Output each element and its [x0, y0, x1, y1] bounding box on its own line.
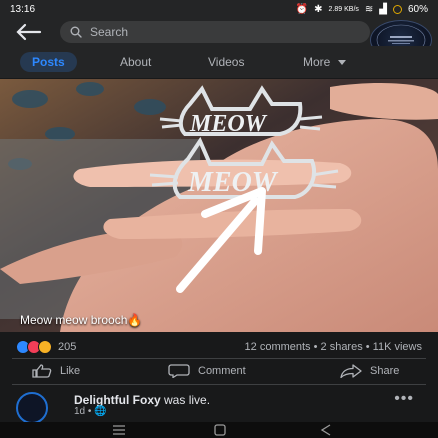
tab-posts[interactable]: Posts — [20, 52, 77, 72]
post-meta: 1d • 🌐 — [74, 406, 107, 417]
comment-label: Comment — [198, 365, 246, 377]
tab-videos[interactable]: Videos — [208, 52, 244, 72]
alarm-icon: ⏰ — [295, 3, 309, 15]
post-actions: Like Comment Share — [0, 360, 438, 382]
search-placeholder: Search — [90, 25, 129, 39]
status-time: 13:16 — [10, 3, 36, 15]
network-speed: 2.89 KB/s — [328, 5, 359, 13]
status-bar: 13:16 ⏰ ✱ 2.89 KB/s ≋ ▟ 60% — [0, 0, 438, 18]
globe-icon: 🌐 — [94, 406, 107, 417]
recent-apps-icon[interactable] — [112, 424, 126, 436]
like-button[interactable]: Like — [32, 364, 80, 378]
author-name[interactable]: Delightful Foxy — [74, 393, 161, 407]
care-reaction-icon — [38, 340, 52, 354]
comment-button[interactable]: Comment — [168, 364, 246, 378]
bluetooth-icon: ✱ — [314, 3, 323, 15]
reaction-count: 205 — [58, 341, 77, 353]
comment-icon — [168, 364, 190, 378]
post-age: 1d • — [74, 406, 92, 417]
wifi-icon: ≋ — [364, 3, 374, 15]
share-icon — [340, 364, 362, 378]
avatar[interactable] — [16, 392, 48, 424]
chevron-down-icon — [338, 60, 347, 66]
tab-about[interactable]: About — [120, 52, 151, 72]
post-metrics: 205 12 comments • 2 shares • 11K views — [0, 336, 438, 358]
status-icons: ⏰ ✱ 2.89 KB/s ≋ ▟ 60% — [296, 4, 428, 15]
battery-level: 60% — [407, 3, 428, 15]
post-action: was live. — [164, 393, 211, 407]
post-stats[interactable]: 12 comments • 2 shares • 11K views — [245, 341, 422, 353]
brooch-text-top: MEOW — [189, 111, 268, 137]
post-photo[interactable]: MEOW MEOW Meow meow brooch🔥 — [0, 79, 438, 332]
divider — [12, 358, 426, 359]
share-button[interactable]: Share — [340, 364, 399, 378]
home-icon[interactable] — [214, 424, 226, 436]
divider — [12, 384, 426, 385]
search-icon — [70, 26, 82, 38]
back-icon[interactable] — [320, 424, 332, 436]
search-input[interactable]: Search — [60, 21, 370, 43]
like-label: Like — [60, 365, 81, 377]
tab-more[interactable]: More — [303, 52, 347, 72]
signal-icon: ▟ — [379, 3, 387, 15]
battery-icon — [392, 4, 402, 14]
photo-caption: Meow meow brooch🔥 — [20, 313, 143, 327]
reaction-summary[interactable]: 205 — [16, 340, 76, 354]
android-nav-bar — [0, 422, 438, 438]
post-author-line: Delightful Foxy was live. — [74, 393, 210, 407]
tab-more-label: More — [303, 55, 331, 69]
page-tabs: Posts About Videos More — [0, 46, 438, 78]
next-post-header: Delightful Foxy was live. 1d • 🌐 ••• — [0, 390, 438, 424]
back-arrow-icon[interactable] — [14, 22, 42, 42]
more-options-icon[interactable]: ••• — [394, 390, 414, 408]
brooch-photo-art: MEOW MEOW — [0, 79, 438, 332]
thumbs-up-icon — [32, 364, 52, 378]
share-label: Share — [370, 365, 400, 377]
